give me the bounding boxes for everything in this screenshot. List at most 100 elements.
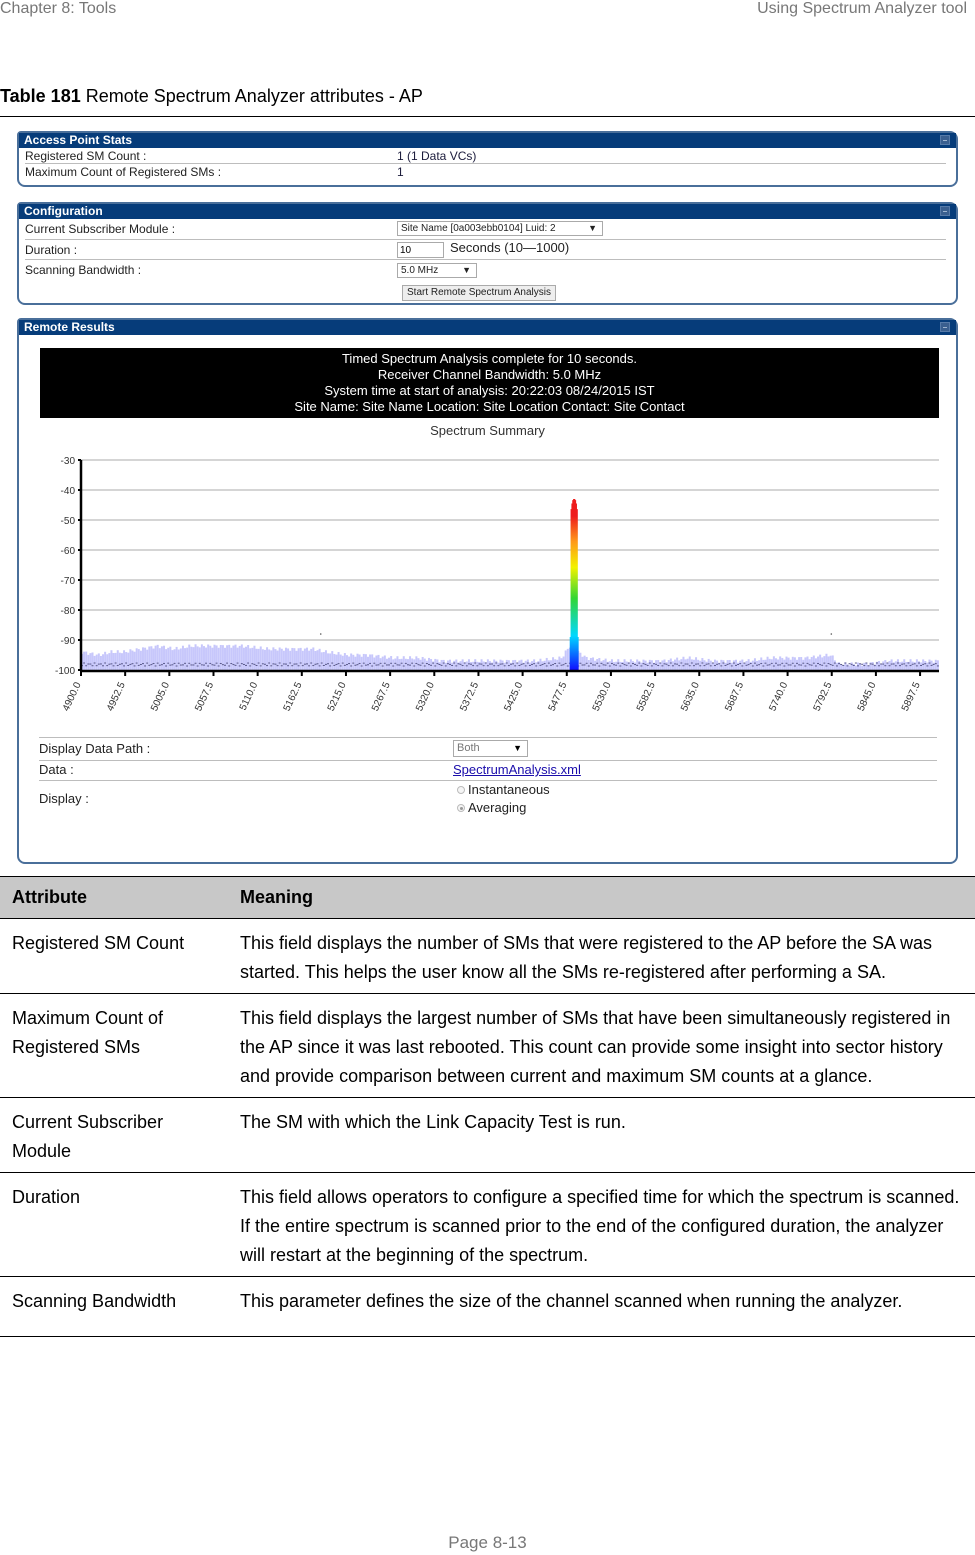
noise-bar: [381, 656, 384, 670]
attribute-cell: Current Subscriber Module: [0, 1097, 232, 1173]
avg-mark: [926, 665, 929, 667]
noise-bar: [615, 661, 618, 670]
current-sm-select[interactable]: Site Name [0a003ebb0104] Luid: 2 ▼: [397, 221, 603, 236]
noise-bar: [890, 659, 893, 670]
avg-mark: [760, 662, 763, 664]
avg-mark: [598, 665, 601, 667]
noise-bar: [127, 652, 130, 670]
avg-mark: [324, 663, 327, 665]
noise-bar: [150, 646, 153, 670]
noise-bar: [480, 659, 483, 670]
avg-mark: [856, 665, 859, 667]
noise-bar: [543, 660, 546, 670]
noise-bar: [276, 650, 279, 670]
avg-mark: [627, 662, 630, 664]
avg-mark: [623, 664, 626, 666]
avg-mark: [89, 663, 92, 665]
avg-mark: [661, 665, 664, 667]
avg-mark: [722, 662, 725, 664]
avg-mark: [617, 662, 620, 664]
noise-bar: [87, 654, 90, 670]
avg-mark: [619, 665, 622, 667]
noise-bar: [314, 651, 317, 670]
noise-bar: [863, 662, 866, 670]
avg-mark: [446, 663, 449, 665]
noise-bar: [581, 656, 584, 670]
noise-bar: [261, 649, 264, 670]
noise-bar: [688, 656, 691, 670]
avg-mark: [592, 664, 595, 666]
avg-mark: [333, 664, 336, 666]
avg-mark: [865, 662, 868, 664]
noise-bar: [596, 659, 599, 670]
noise-bar: [770, 659, 773, 670]
noise-bar: [819, 654, 822, 670]
avg-mark: [181, 664, 184, 666]
display-data-path-select[interactable]: Both ▼: [453, 740, 528, 757]
avg-mark: [606, 662, 609, 664]
avg-mark: [419, 664, 422, 666]
display-radio-averaging[interactable]: Averaging: [457, 800, 526, 815]
avg-mark: [289, 662, 292, 664]
x-tick-label: 5582.5: [635, 680, 658, 713]
collapse-icon[interactable]: [940, 135, 950, 145]
display-radio-instantaneous[interactable]: Instantaneous: [457, 782, 550, 797]
avg-mark: [240, 663, 243, 665]
avg-mark: [499, 663, 502, 665]
select-value: Both: [457, 742, 480, 754]
avg-mark: [457, 663, 460, 665]
avg-mark: [303, 663, 306, 665]
avg-mark: [878, 665, 881, 667]
noise-bar: [255, 648, 258, 670]
duration-input[interactable]: [397, 242, 444, 258]
bandwidth-select[interactable]: 5.0 MHz ▼: [397, 263, 477, 278]
stats-label: Registered SM Count :: [25, 149, 147, 163]
y-tick-label: -40: [61, 486, 76, 497]
avg-mark: [533, 663, 536, 665]
avg-mark: [312, 665, 315, 667]
avg-mark: [833, 662, 836, 664]
avg-mark: [236, 662, 239, 664]
avg-mark: [873, 665, 876, 667]
noise-bar: [861, 665, 864, 670]
avg-mark: [636, 664, 639, 666]
avg-mark: [920, 665, 923, 667]
duration-label: Duration :: [25, 243, 78, 257]
noise-bar: [324, 650, 327, 670]
avg-mark: [331, 662, 334, 664]
noise-bar: [587, 660, 590, 670]
noise-bar: [369, 654, 372, 670]
avg-mark: [882, 663, 885, 665]
noise-bar: [259, 646, 262, 670]
avg-mark: [156, 662, 159, 664]
avg-mark: [165, 665, 168, 667]
avg-mark: [440, 664, 443, 666]
avg-mark: [316, 663, 319, 665]
avg-mark: [482, 665, 485, 667]
noise-bar: [743, 662, 746, 670]
radio-icon[interactable]: [457, 786, 465, 794]
header-meaning: Meaning: [232, 876, 975, 919]
noise-bar: [735, 659, 738, 670]
collapse-icon[interactable]: [940, 206, 950, 216]
noise-bar: [213, 644, 216, 670]
avg-mark: [461, 665, 464, 667]
avg-mark: [102, 665, 105, 667]
stats-value: 1 (1 Data VCs): [397, 149, 477, 163]
avg-mark: [510, 663, 512, 665]
avg-mark: [732, 662, 735, 664]
spectrum-analysis-xml-link[interactable]: SpectrumAnalysis.xml: [453, 762, 581, 777]
avg-mark: [915, 665, 918, 667]
avg-mark: [524, 665, 527, 667]
avg-mark: [345, 664, 348, 666]
avg-mark: [913, 663, 916, 665]
avg-mark: [817, 662, 820, 664]
x-tick-label: 5110.0: [238, 680, 261, 712]
avg-mark: [602, 664, 605, 666]
noise-bar: [556, 659, 559, 670]
start-remote-spectrum-analysis-button[interactable]: Start Remote Spectrum Analysis: [402, 285, 556, 301]
radio-selected-icon[interactable]: [457, 804, 465, 812]
noise-bar: [83, 651, 86, 670]
avg-mark: [417, 664, 420, 666]
dropdown-arrow-icon: ▼: [588, 223, 597, 233]
